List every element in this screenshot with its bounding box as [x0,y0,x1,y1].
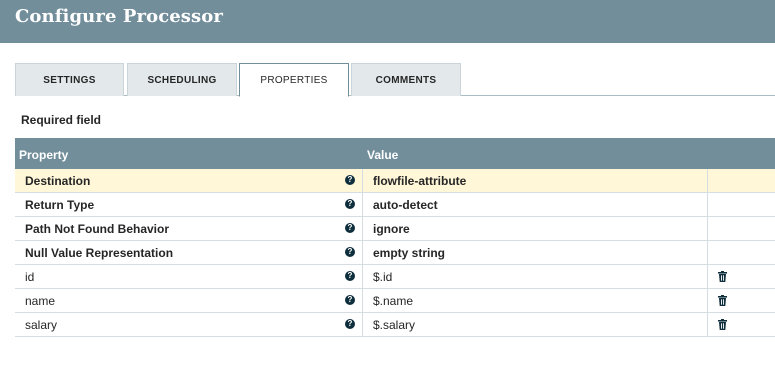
table-row[interactable]: Null Value Representation? empty string [15,241,775,265]
tab-properties[interactable]: PROPERTIES [239,63,349,97]
property-value[interactable]: empty string [373,246,445,260]
column-divider [362,169,363,193]
property-name: Path Not Found Behavior [25,222,169,236]
question-circle-icon[interactable]: ? [345,175,355,185]
property-name: Destination [25,174,91,188]
question-circle-icon[interactable]: ? [345,247,355,257]
required-field-label: Required field [21,113,102,127]
properties-table: Property Value Destination? flowfile-attr… [15,138,775,337]
question-circle-icon[interactable]: ? [345,223,355,233]
table-row[interactable]: name? $.name [15,289,775,313]
dialog-title: Configure Processor [15,6,223,27]
question-circle-icon[interactable]: ? [345,271,355,281]
property-name: Null Value Representation [25,246,174,260]
property-value[interactable]: flowfile-attribute [373,174,466,188]
property-name: salary [25,318,58,332]
question-circle-icon[interactable]: ? [345,319,355,329]
column-divider [362,217,363,241]
property-value[interactable]: $.salary [373,318,415,332]
trash-icon[interactable] [718,271,727,282]
column-divider [707,289,708,313]
column-divider [707,217,708,241]
property-name: Return Type [25,198,95,212]
table-row[interactable]: id? $.id [15,265,775,289]
table-header: Property Value [15,138,775,169]
property-value[interactable]: $.id [373,270,392,284]
tab-scheduling[interactable]: SCHEDULING [127,63,237,96]
table-row[interactable]: salary? $.salary [15,313,775,337]
header-value: Value [367,148,399,162]
trash-icon[interactable] [718,319,727,330]
property-value[interactable]: $.name [373,294,413,308]
tab-bar: SETTINGS SCHEDULING PROPERTIES COMMENTS [15,63,775,97]
table-row[interactable]: Return Type? auto-detect [15,193,775,217]
property-name: name [25,294,56,308]
column-divider [707,313,708,337]
question-circle-icon[interactable]: ? [345,295,355,305]
tab-comments[interactable]: COMMENTS [351,63,461,96]
table-row[interactable]: Path Not Found Behavior? ignore [15,217,775,241]
column-divider [362,241,363,265]
tab-settings[interactable]: SETTINGS [15,63,124,96]
table-body: Destination? flowfile-attribute Return Typ… [15,169,775,337]
column-divider [362,289,363,313]
column-divider [707,193,708,217]
header-property: Property [19,148,69,162]
table-row[interactable]: Destination? flowfile-attribute [15,169,775,193]
column-divider [707,169,708,193]
column-divider [707,241,708,265]
column-divider [362,193,363,217]
dialog-header: Configure Processor [0,0,775,43]
column-divider [362,313,363,337]
question-circle-icon[interactable]: ? [345,199,355,209]
column-divider [707,265,708,289]
trash-icon[interactable] [718,295,727,306]
column-divider [362,265,363,289]
property-value[interactable]: ignore [373,222,410,236]
property-name: id [25,270,35,284]
property-value[interactable]: auto-detect [373,198,438,212]
